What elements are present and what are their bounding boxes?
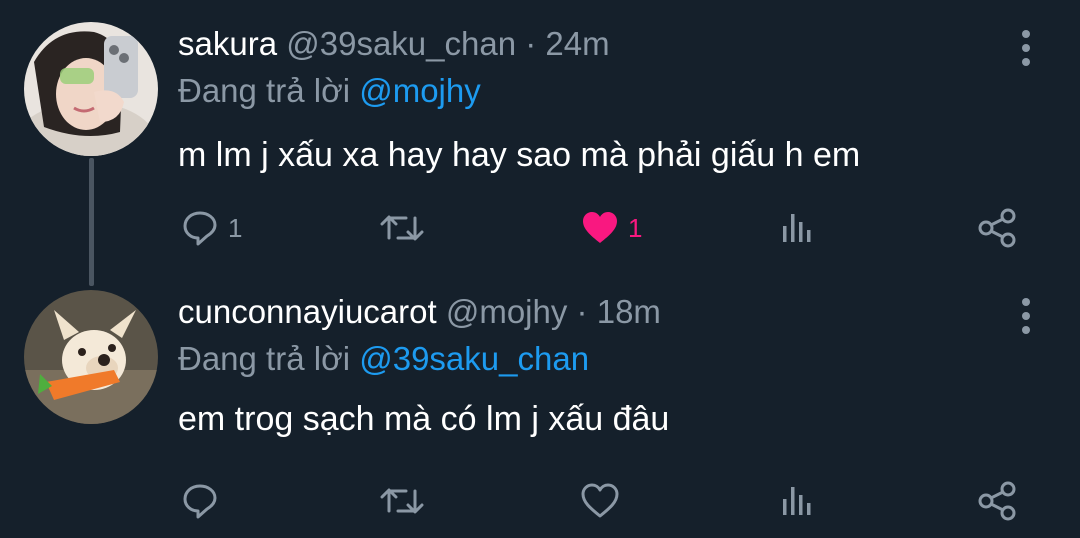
share-icon: [978, 208, 1016, 248]
avatar[interactable]: [24, 290, 158, 424]
like-count: 1: [628, 212, 643, 243]
like-icon: [583, 212, 617, 243]
replying-to-label: Đang trả lời: [178, 72, 351, 109]
action-bar: 1 1: [0, 200, 1080, 256]
separator-dot: ·: [576, 293, 588, 330]
reply-icon: [183, 484, 217, 519]
reply-button[interactable]: 1: [180, 200, 242, 256]
reply-mention-link[interactable]: @39saku_chan: [359, 340, 589, 377]
like-icon: [581, 483, 619, 518]
replying-to: Đang trả lời @39saku_chan: [178, 339, 589, 379]
reply-tweet-2[interactable]: cunconnayiucarot @mojhy · 18m Đang trả l…: [0, 268, 1080, 536]
reply-count: 1: [228, 212, 243, 243]
tweet-header: sakura @39saku_chan · 24m: [178, 24, 610, 64]
more-icon[interactable]: [1016, 296, 1036, 336]
views-icon: [783, 214, 811, 242]
share-button[interactable]: [976, 200, 1018, 256]
display-name[interactable]: cunconnayiucarot: [178, 293, 437, 330]
more-icon[interactable]: [1016, 28, 1036, 68]
user-handle[interactable]: @mojhy: [446, 293, 568, 330]
reply-mention-link[interactable]: @mojhy: [359, 72, 481, 109]
replying-to-label: Đang trả lời: [178, 340, 351, 377]
like-button[interactable]: [580, 473, 628, 529]
reply-icon: [183, 211, 217, 246]
share-button[interactable]: [976, 473, 1018, 529]
retweet-button[interactable]: [380, 200, 424, 256]
views-button[interactable]: [780, 200, 814, 256]
views-icon: [783, 487, 811, 515]
reply-button[interactable]: [180, 473, 228, 529]
reply-tweet-1[interactable]: sakura @39saku_chan · 24m Đang trả lời @…: [0, 0, 1080, 268]
tweet-text: em trog sạch mà có lm j xấu đâu: [178, 400, 670, 438]
views-button[interactable]: [780, 473, 814, 529]
timestamp[interactable]: 24m: [545, 25, 609, 62]
tweet-header: cunconnayiucarot @mojhy · 18m: [178, 292, 661, 332]
retweet-icon: [380, 215, 424, 241]
separator-dot: ·: [525, 25, 537, 62]
share-icon: [978, 481, 1016, 521]
display-name[interactable]: sakura: [178, 25, 277, 62]
retweet-icon: [380, 488, 424, 514]
like-button[interactable]: 1: [580, 200, 642, 256]
replying-to: Đang trả lời @mojhy: [178, 71, 481, 111]
avatar[interactable]: [24, 22, 158, 156]
retweet-button[interactable]: [380, 473, 424, 529]
timestamp[interactable]: 18m: [597, 293, 661, 330]
tweet-text: m lm j xấu xa hay hay sao mà phải giấu h…: [178, 136, 861, 174]
action-bar: [0, 473, 1080, 529]
user-handle[interactable]: @39saku_chan: [286, 25, 516, 62]
